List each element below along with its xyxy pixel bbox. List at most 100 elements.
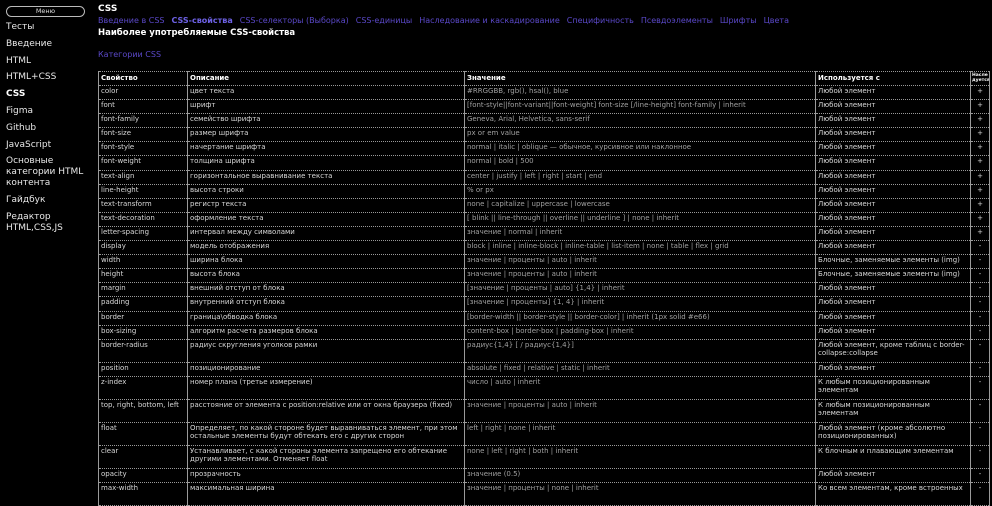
- value-cell: block | inline | inline-block | inline-t…: [464, 240, 816, 256]
- description-cell: Устанавливает, с какой стороны элемента …: [187, 444, 465, 469]
- inherited-cell: -: [970, 324, 990, 340]
- used-with-cell: К блочным и плавающим элементам: [815, 444, 971, 469]
- used-with-cell: Любой элемент: [815, 141, 971, 157]
- property-cell: top, right, bottom, left: [98, 398, 188, 423]
- property-cell: line-height: [98, 183, 188, 199]
- inherited-cell: -: [970, 240, 990, 256]
- table-row: height высота блока значение | проценты | …: [98, 268, 990, 284]
- used-with-cell: К любым позиционированным элементам: [815, 398, 971, 423]
- property-cell: z-index: [98, 375, 188, 400]
- table-row: opacity прозрачность значение (0.5) Любой э…: [98, 467, 990, 483]
- inherited-cell: -: [970, 398, 990, 423]
- topic-nav: Введение в CSS CSS-свойства CSS-селекторы …: [98, 16, 878, 26]
- value-cell: px or em value: [464, 127, 816, 143]
- table-row: padding внутренний отступ блока [значение …: [98, 296, 990, 312]
- sidebar-item-6[interactable]: Github: [6, 123, 90, 134]
- table-row: float Определяет, по какой стороне будет …: [98, 421, 990, 446]
- inherited-cell: -: [970, 421, 990, 446]
- property-cell: opacity: [98, 467, 188, 483]
- tab-3[interactable]: CSS-единицы: [356, 16, 412, 25]
- col-property-header: Свойство: [98, 71, 188, 86]
- used-with-cell: Любой элемент: [815, 155, 971, 171]
- sidebar-item-4[interactable]: CSS: [6, 89, 90, 100]
- tab-7[interactable]: Шрифты: [720, 16, 757, 25]
- description-cell: оформление текста: [187, 211, 465, 227]
- description-cell: высота строки: [187, 183, 465, 199]
- used-with-cell: Любой элемент (кроме абсолютно позициони…: [815, 421, 971, 446]
- tab-5[interactable]: Специфичность: [567, 16, 634, 25]
- sidebar-item-5[interactable]: Figma: [6, 106, 90, 117]
- property-cell: border-radius: [98, 338, 188, 363]
- used-with-cell: Любой элемент: [815, 361, 971, 377]
- table-row: font-weight толщина шрифта normal | bold |…: [98, 155, 990, 171]
- property-cell: box-sizing: [98, 324, 188, 340]
- tab-0[interactable]: Введение в CSS: [98, 16, 164, 25]
- inherited-cell: -: [970, 375, 990, 400]
- description-cell: семейство шрифта: [187, 113, 465, 129]
- used-with-cell: К любым позиционированным элементам: [815, 375, 971, 400]
- value-cell: #RRGGBB, rgb(), hsal(), blue: [464, 84, 816, 101]
- sidebar-item-7[interactable]: JavaScript: [6, 140, 90, 151]
- sidebar-item-1[interactable]: Введение: [6, 39, 90, 50]
- inherited-cell: +: [970, 197, 990, 213]
- property-cell: position: [98, 361, 188, 377]
- description-cell: высота блока: [187, 268, 465, 284]
- inherited-cell: -: [970, 254, 990, 270]
- description-cell: расстояние от элемента с position:relati…: [187, 398, 465, 423]
- tab-4[interactable]: Наследование и каскадирование: [419, 16, 560, 25]
- tab-2[interactable]: CSS-селекторы (Выборка): [240, 16, 349, 25]
- sidebar-item-9[interactable]: Гайдбук: [6, 195, 90, 206]
- sidebar-item-8[interactable]: Основные категории HTML контента: [6, 156, 90, 189]
- col-inherited-header: Насле дуется: [970, 71, 990, 86]
- value-cell: [border-width || border-style || border-…: [464, 310, 816, 326]
- sidebar: Меню Тесты Введение HTML HTML+CSS CSS Figma Gi…: [0, 0, 92, 496]
- description-cell: начертание шрифта: [187, 141, 465, 157]
- description-cell: внешний отступ от блока: [187, 282, 465, 298]
- css-categories-link[interactable]: Категории CSS: [98, 50, 161, 59]
- value-cell: значение | normal | inherit: [464, 225, 816, 242]
- col-description-header: Описание: [187, 71, 465, 86]
- inherited-cell: +: [970, 211, 990, 227]
- property-cell: font: [98, 99, 188, 115]
- property-cell: width: [98, 254, 188, 270]
- value-cell: content-box | border-box | padding-box |…: [464, 324, 816, 340]
- menu-button[interactable]: Меню: [6, 6, 85, 17]
- used-with-cell: Любой элемент: [815, 282, 971, 298]
- sidebar-item-2[interactable]: HTML: [6, 56, 90, 67]
- description-cell: модель отображения: [187, 240, 465, 256]
- tab-1[interactable]: CSS-свойства: [171, 16, 232, 25]
- inherited-cell: -: [970, 444, 990, 469]
- value-cell: число | auto | inherit: [464, 375, 816, 400]
- inherited-cell: +: [970, 99, 990, 115]
- inherited-cell: -: [970, 310, 990, 326]
- value-cell: none | capitalize | uppercase | lowercas…: [464, 197, 816, 213]
- inherited-cell: -: [970, 361, 990, 377]
- used-with-cell: Любой элемент: [815, 211, 971, 227]
- value-cell: значение (0.5): [464, 467, 816, 483]
- property-cell: font-style: [98, 141, 188, 157]
- tab-8[interactable]: Цвета: [764, 16, 789, 25]
- tab-6[interactable]: Псевдоэлементы: [641, 16, 713, 25]
- sidebar-item-3[interactable]: HTML+CSS: [6, 72, 90, 83]
- sidebar-item-0[interactable]: Тесты: [6, 22, 90, 33]
- table-header-row: Свойство Описание Значение Используется с На…: [98, 71, 990, 86]
- inherited-cell: +: [970, 127, 990, 143]
- used-with-cell: Любой элемент, кроме таблиц с border-col…: [815, 338, 971, 363]
- used-with-cell: Любой элемент: [815, 324, 971, 340]
- sidebar-item-10[interactable]: Редактор HTML,CSS,JS: [6, 212, 90, 234]
- inherited-cell: +: [970, 84, 990, 101]
- property-cell: color: [98, 84, 188, 101]
- value-cell: left | right | none | inherit: [464, 421, 816, 446]
- description-cell: размер шрифта: [187, 127, 465, 143]
- property-cell: margin: [98, 282, 188, 298]
- value-cell: [font-style||font-variant||font-weight] …: [464, 99, 816, 115]
- table-row: display модель отображения block | inline …: [98, 240, 990, 256]
- table-row: font-family семейство шрифта Geneva, Arial…: [98, 113, 990, 129]
- value-cell: радиус{1,4} [ / радиус{1,4}]: [464, 338, 816, 363]
- table-row: font-style начертание шрифта normal | ital…: [98, 141, 990, 157]
- value-cell: % or px: [464, 183, 816, 199]
- main-content: CSS Введение в CSS CSS-свойства CSS-селект…: [98, 0, 992, 506]
- property-cell: font-weight: [98, 155, 188, 171]
- value-cell: [значение | проценты | auto] {1,4} | inh…: [464, 282, 816, 298]
- table-row: width ширина блока значение | проценты | a…: [98, 254, 990, 270]
